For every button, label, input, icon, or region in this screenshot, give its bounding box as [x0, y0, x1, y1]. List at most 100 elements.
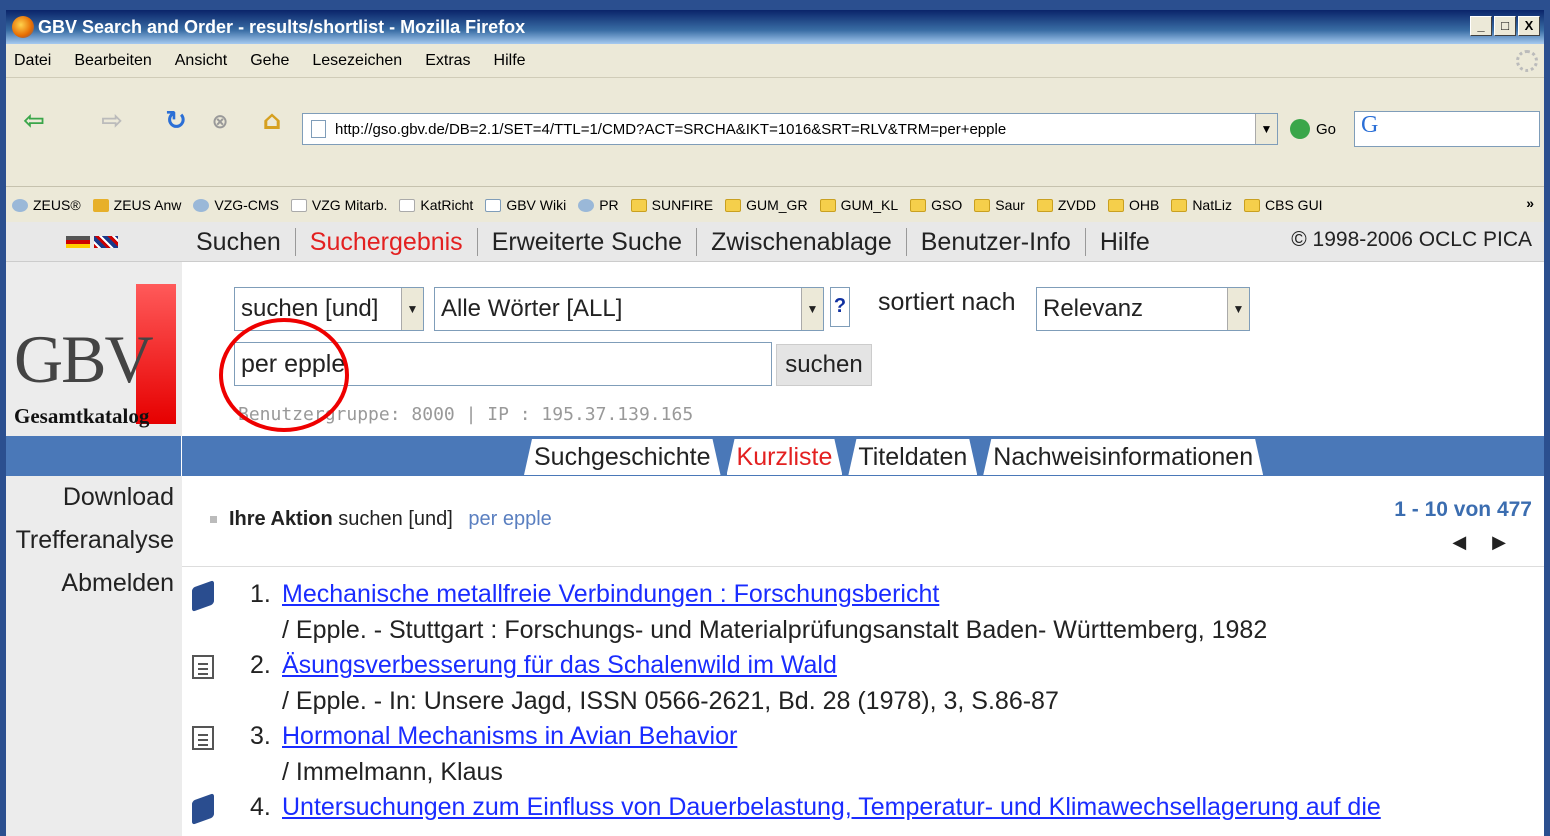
bookmark-label: KatRicht — [420, 197, 474, 213]
language-flags — [66, 236, 122, 248]
index-value: Alle Wörter [ALL] — [441, 295, 623, 322]
home-icon[interactable]: ⌂ — [254, 103, 290, 139]
next-page-icon[interactable]: ▶ — [1492, 532, 1532, 552]
tab-benutzer-info[interactable]: Benutzer-Info — [907, 228, 1086, 256]
result-tabs: Suchgeschichte Kurzliste Titeldaten Nach… — [524, 439, 1269, 475]
divider — [182, 566, 1544, 567]
bookmark-katricht[interactable]: KatRicht — [399, 197, 473, 213]
minimize-button[interactable]: _ — [1470, 16, 1492, 36]
menu-abmelden[interactable]: Abmelden — [6, 562, 174, 605]
menu-hilfe[interactable]: Hilfe — [494, 52, 526, 70]
folder-icon — [974, 198, 991, 212]
back-arrow-icon[interactable]: ⇦ — [16, 103, 52, 139]
bookmark-zvdd[interactable]: ZVDD — [1036, 197, 1096, 213]
bookmark-label: Saur — [995, 197, 1025, 213]
bookmark-label: OHB — [1128, 197, 1160, 213]
help-button[interactable]: ? — [830, 287, 850, 327]
tab-suchen[interactable]: Suchen — [182, 228, 296, 256]
prev-page-icon[interactable]: ◀ — [1452, 532, 1492, 552]
menu-datei[interactable]: Datei — [14, 52, 51, 70]
chevron-down-icon: ▼ — [801, 288, 823, 330]
stop-icon[interactable]: ⊗ — [202, 103, 238, 139]
bookmark-cbs-gui[interactable]: CBS GUI — [1244, 197, 1323, 213]
tab-suchergebnis[interactable]: Suchergebnis — [296, 228, 478, 256]
menu-trefferanalyse[interactable]: Trefferanalyse — [6, 519, 174, 562]
maximize-button[interactable]: □ — [1494, 16, 1516, 36]
forward-arrow-icon[interactable]: ⇨ — [94, 103, 130, 139]
operator-value: suchen [und] — [241, 295, 379, 322]
menu-gehe[interactable]: Gehe — [250, 52, 289, 70]
menu-extras[interactable]: Extras — [425, 52, 470, 70]
tab-titeldaten[interactable]: Titeldaten — [848, 439, 977, 475]
bookmark-gum-kl[interactable]: GUM_KL — [819, 197, 898, 213]
action-term[interactable]: per epple — [468, 508, 551, 530]
bookmark-label: ZEUS Anw — [113, 197, 182, 213]
browser-window: GBV Search and Order - results/shortlist… — [6, 10, 1544, 836]
bookmark-vzg-cms[interactable]: VZG-CMS — [193, 197, 279, 213]
bookmark-ohb[interactable]: OHB — [1107, 197, 1160, 213]
copyright: © 1998-2006 OCLC PICA — [1291, 228, 1532, 251]
search-form: suchen [und] ▼ Alle Wörter [ALL] ▼ ? sorti… — [182, 262, 1544, 436]
star-icon — [92, 198, 109, 212]
tab-zwischenablage[interactable]: Zwischenablage — [697, 228, 907, 256]
tab-kurzliste[interactable]: Kurzliste — [727, 439, 843, 475]
result-number: 4. — [250, 793, 271, 821]
search-button[interactable]: suchen — [776, 344, 872, 386]
bookmark-saur[interactable]: Saur — [974, 197, 1025, 213]
logo-subtitle: Gesamtkatalog — [14, 404, 150, 428]
bullet-icon — [210, 516, 217, 524]
result-tabs-bar: Suchgeschichte Kurzliste Titeldaten Nach… — [6, 436, 1544, 476]
google-search-box[interactable]: G — [1354, 111, 1540, 147]
bookmark-label: GBV Wiki — [506, 197, 567, 213]
bar-left-segment — [6, 436, 182, 476]
url-bar[interactable]: http://gso.gbv.de/DB=2.1/SET=4/TTL=1/CMD… — [302, 113, 1278, 145]
folder-icon — [819, 198, 836, 212]
reload-icon[interactable]: ↻ — [158, 103, 194, 139]
menu-bearbeiten[interactable]: Bearbeiten — [74, 52, 151, 70]
menu-download[interactable]: Download — [6, 476, 174, 519]
bookmark-pr[interactable]: PR — [578, 197, 619, 213]
title-bar: GBV Search and Order - results/shortlist… — [6, 10, 1544, 44]
bookmark-vzg-mitarb[interactable]: VZG Mitarb. — [290, 197, 387, 213]
tab-erweiterte-suche[interactable]: Erweiterte Suche — [478, 228, 698, 256]
result-title-link[interactable]: Äsungsverbesserung für das Schalenwild i… — [282, 651, 837, 680]
g-icon — [399, 198, 416, 212]
tab-hilfe[interactable]: Hilfe — [1086, 228, 1164, 256]
tab-suchgeschichte[interactable]: Suchgeschichte — [524, 439, 721, 475]
bookmark-zeus-anw[interactable]: ZEUS Anw — [92, 197, 182, 213]
german-flag-icon[interactable] — [66, 236, 90, 248]
book-icon — [192, 792, 214, 826]
menu-lesezeichen[interactable]: Lesezeichen — [312, 52, 402, 70]
result-details: / Epple. - In: Unsere Jagd, ISSN 0566-26… — [282, 687, 1059, 715]
bookmarks-toolbar: ZEUS® ZEUS Anw VZG-CMS VZG Mitarb. KatRi… — [6, 187, 1544, 223]
bookmark-gbv-wiki[interactable]: GBV Wiki — [485, 197, 566, 213]
url-dropdown-icon[interactable]: ▼ — [1255, 114, 1277, 144]
bookmark-gso[interactable]: GSO — [910, 197, 962, 213]
page-icon — [485, 198, 502, 212]
bookmark-sunfire[interactable]: SUNFIRE — [630, 197, 713, 213]
result-title-link[interactable]: Hormonal Mechanisms in Avian Behavior — [282, 722, 737, 751]
bookmark-natliz[interactable]: NatLiz — [1171, 197, 1232, 213]
index-select[interactable]: Alle Wörter [ALL] ▼ — [434, 287, 824, 331]
page-content: Suchen Suchergebnis Erweiterte Suche Zwi… — [6, 222, 1544, 836]
sort-select[interactable]: Relevanz ▼ — [1036, 287, 1250, 331]
result-item: 1. Mechanische metallfreie Verbindungen … — [182, 576, 1544, 647]
bookmark-label: GSO — [931, 197, 963, 213]
result-number: 1. — [250, 580, 271, 608]
result-range: 1 - 10 von 477 — [1394, 498, 1532, 521]
go-button[interactable]: Go — [1290, 119, 1336, 139]
site-tabs: Suchen Suchergebnis Erweiterte Suche Zwi… — [182, 222, 1164, 262]
close-button[interactable]: X — [1518, 16, 1540, 36]
tab-nachweisinformationen[interactable]: Nachweisinformationen — [983, 439, 1263, 475]
bookmark-zeus[interactable]: ZEUS® — [12, 197, 81, 213]
result-list: 1. Mechanische metallfreie Verbindungen … — [182, 576, 1544, 836]
bookmark-gum-gr[interactable]: GUM_GR — [725, 197, 808, 213]
chevron-down-icon: ▼ — [1227, 288, 1249, 330]
uk-flag-icon[interactable] — [94, 236, 118, 248]
chevron-more-icon[interactable]: » — [1526, 195, 1534, 211]
result-title-link[interactable]: Untersuchungen zum Einfluss von Dauerbel… — [282, 793, 1381, 822]
pagination-arrows: ◀▶ — [1452, 532, 1532, 553]
bookmark-label: ZEUS® — [33, 197, 81, 213]
menu-ansicht[interactable]: Ansicht — [175, 52, 227, 70]
result-title-link[interactable]: Mechanische metallfreie Verbindungen : F… — [282, 580, 939, 609]
